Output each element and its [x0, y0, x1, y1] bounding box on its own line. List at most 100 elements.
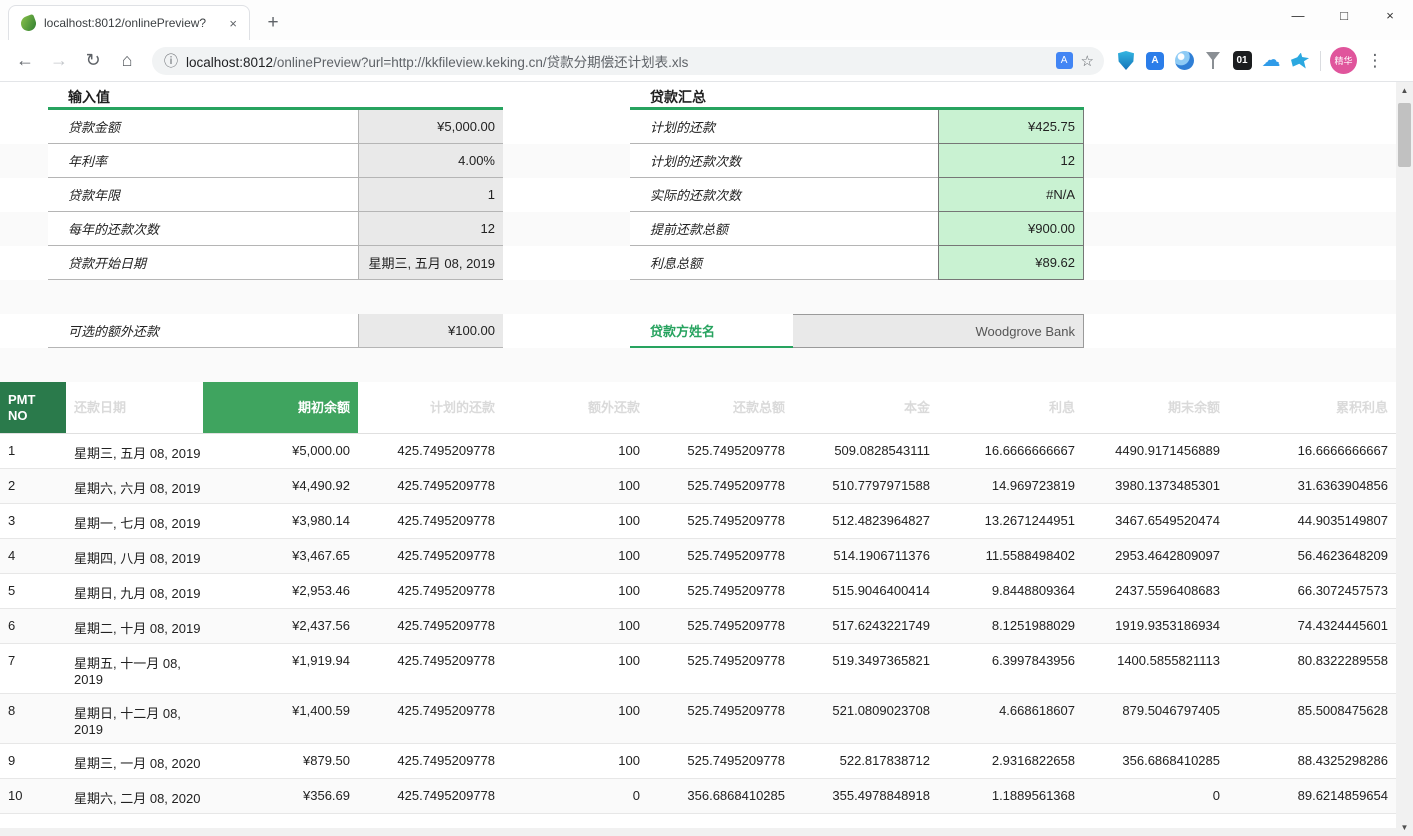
table-cell: 16.6666666667 [938, 434, 1083, 468]
table-cell: 星期六, 六月 08, 2019 [66, 469, 203, 503]
table-cell: 1919.9353186934 [1083, 609, 1228, 643]
horizontal-scrollbar[interactable] [0, 828, 1396, 836]
summary-table-body: 计划的还款¥425.75计划的还款次数12实际的还款次数#N/A提前还款总额¥9… [630, 110, 1084, 280]
table-cell: 425.7495209778 [358, 609, 503, 643]
table-cell: 星期日, 十二月 08, 2019 [66, 694, 203, 743]
column-header: PMT NO [0, 382, 66, 433]
table-cell: 521.0809023708 [793, 694, 938, 743]
table-cell: 515.9046400414 [793, 574, 938, 608]
table-cell: 2.9316822658 [938, 744, 1083, 778]
browser-tab[interactable]: localhost:8012/onlinePreview? × [8, 5, 250, 40]
extensions-bar: A 01 ☁ [1116, 51, 1310, 71]
vertical-scrollbar[interactable]: ▲ ▼ [1396, 82, 1413, 836]
summary-value: ¥425.75 [938, 110, 1084, 144]
table-cell: 512.4823964827 [793, 504, 938, 538]
back-button[interactable]: ← [8, 44, 42, 78]
table-cell: 16.6666666667 [1228, 434, 1396, 468]
table-cell: 13.2671244951 [938, 504, 1083, 538]
table-cell: 525.7495209778 [648, 744, 793, 778]
table-cell: ¥3,980.14 [203, 504, 358, 538]
table-cell: ¥879.50 [203, 744, 358, 778]
home-button[interactable]: ⌂ [110, 44, 144, 78]
reload-button[interactable]: ↻ [76, 44, 110, 78]
bookmark-star-icon[interactable]: ☆ [1081, 52, 1094, 70]
table-cell: 100 [503, 574, 648, 608]
cloud-extension-icon[interactable]: ☁ [1261, 51, 1281, 71]
input-row: 贷款年限1 [48, 178, 503, 212]
column-header: 计划的还款 [358, 382, 503, 433]
table-cell: 6.3997843956 [938, 644, 1083, 693]
table-cell: 88.4325298286 [1228, 744, 1396, 778]
table-cell: 514.1906711376 [793, 539, 938, 573]
browser-menu-icon[interactable]: ⋮ [1361, 47, 1389, 75]
window-close-button[interactable]: × [1367, 0, 1413, 31]
table-cell: 66.3072457573 [1228, 574, 1396, 608]
profile-avatar[interactable]: 精华 [1330, 47, 1357, 74]
column-header: 本金 [793, 382, 938, 433]
table-cell: 0 [1083, 779, 1228, 813]
table-cell: 星期六, 二月 08, 2020 [66, 779, 203, 813]
table-row: 9星期三, 一月 08, 2020¥879.50425.749520977810… [0, 744, 1396, 779]
table-cell: 879.5046797405 [1083, 694, 1228, 743]
translate-icon[interactable]: A [1056, 52, 1073, 69]
url-path: /onlinePreview?url=http://kkfileview.kek… [273, 55, 688, 70]
table-cell: 89.6214859654 [1228, 779, 1396, 813]
row-stripe [0, 348, 1396, 382]
input-value: 4.00% [358, 144, 503, 178]
antenna-extension-icon[interactable] [1203, 51, 1223, 71]
url-text: localhost:8012/onlinePreview?url=http://… [186, 51, 1048, 71]
table-cell: 9 [0, 744, 66, 778]
input-section: 输入值 贷款金额¥5,000.00年利率4.00%贷款年限1每年的还款次数12贷… [48, 82, 503, 280]
summary-section: 贷款汇总 计划的还款¥425.75计划的还款次数12实际的还款次数#N/A提前还… [630, 82, 1084, 280]
preview-content: 输入值 贷款金额¥5,000.00年利率4.00%贷款年限1每年的还款次数12贷… [0, 82, 1413, 836]
input-value: 1 [358, 178, 503, 212]
extra-payment-value: ¥100.00 [358, 314, 503, 348]
bird-extension-icon[interactable] [1290, 51, 1310, 71]
shield-extension-icon[interactable] [1116, 51, 1136, 71]
scroll-up-icon[interactable]: ▲ [1396, 82, 1413, 99]
table-cell: 星期二, 十月 08, 2019 [66, 609, 203, 643]
table-cell: 355.4978848918 [793, 779, 938, 813]
table-cell: 2 [0, 469, 66, 503]
tab-title: localhost:8012/onlinePreview? [44, 16, 223, 30]
summary-row: 利息总额¥89.62 [630, 246, 1084, 280]
tab-close-icon[interactable]: × [223, 14, 243, 33]
input-label: 贷款年限 [48, 178, 358, 212]
date-badge-label: 01 [1233, 51, 1252, 70]
date-badge-extension-icon[interactable]: 01 [1232, 51, 1252, 71]
translator-extension-icon[interactable]: A [1145, 51, 1165, 71]
table-cell: 星期一, 七月 08, 2019 [66, 504, 203, 538]
input-label: 年利率 [48, 144, 358, 178]
column-header: 额外还款 [503, 382, 648, 433]
address-bar[interactable]: ⓘ localhost:8012/onlinePreview?url=http:… [152, 47, 1104, 75]
column-header: 累积利息 [1228, 382, 1396, 433]
table-cell: 425.7495209778 [358, 694, 503, 743]
window-minimize-button[interactable]: — [1275, 0, 1321, 31]
table-cell: 2953.4642809097 [1083, 539, 1228, 573]
forward-button[interactable]: → [42, 44, 76, 78]
summary-value: ¥89.62 [938, 246, 1084, 280]
site-info-icon[interactable]: ⓘ [164, 51, 178, 71]
input-row: 年利率4.00% [48, 144, 503, 178]
window-maximize-button[interactable]: □ [1321, 0, 1367, 31]
table-cell: 8 [0, 694, 66, 743]
amortization-table-header: PMT NO还款日期期初余额计划的还款额外还款还款总额本金利息期末余额累积利息 [0, 382, 1396, 434]
table-cell: 10 [0, 779, 66, 813]
table-cell: 3467.6549520474 [1083, 504, 1228, 538]
table-cell: 1400.5855821113 [1083, 644, 1228, 693]
input-table-body: 贷款金额¥5,000.00年利率4.00%贷款年限1每年的还款次数12贷款开始日… [48, 110, 503, 280]
browser-ball-extension-icon[interactable] [1174, 51, 1194, 71]
table-cell: 100 [503, 694, 648, 743]
table-cell: 100 [503, 744, 648, 778]
scrollbar-thumb[interactable] [1398, 103, 1411, 167]
table-cell: 425.7495209778 [358, 469, 503, 503]
table-cell: 100 [503, 504, 648, 538]
scroll-down-icon[interactable]: ▼ [1396, 819, 1413, 836]
extra-payment-label: 可选的额外还款 [48, 314, 358, 348]
table-cell: ¥2,437.56 [203, 609, 358, 643]
table-row: 2星期六, 六月 08, 2019¥4,490.92425.7495209778… [0, 469, 1396, 504]
table-cell: 80.8322289558 [1228, 644, 1396, 693]
table-cell: 4.668618607 [938, 694, 1083, 743]
new-tab-button[interactable]: + [260, 10, 286, 36]
table-cell: 425.7495209778 [358, 779, 503, 813]
